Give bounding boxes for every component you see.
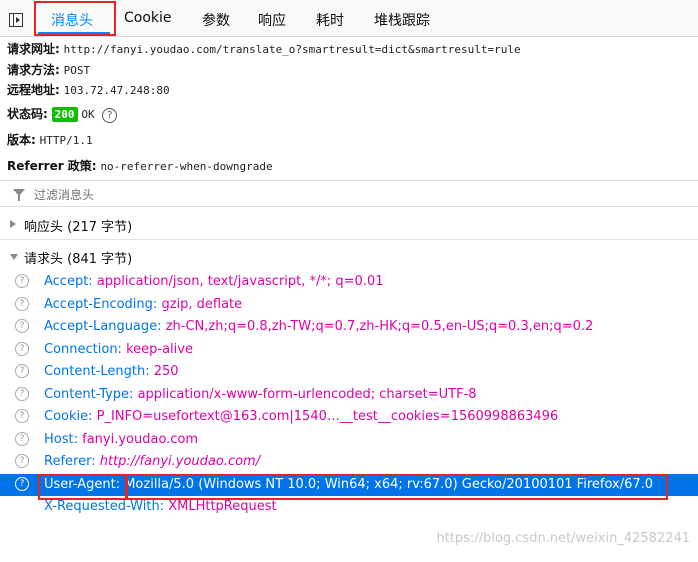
header-row[interactable]: ? Content-Type: application/x-www-form-ur… [0,384,698,407]
help-icon[interactable]: ? [102,108,118,123]
header-name: Referer: http://fanyi.youdao.com/ [44,454,261,469]
request-headers-toggle[interactable]: 请求头 (841 字节) [0,244,698,268]
filter-headers-bar[interactable]: 过滤消息头 [0,180,698,207]
http-version-label: 版本: [7,133,36,147]
header-value: application/json, text/javascript, */*; … [96,274,384,289]
header-name: Connection: keep-alive [44,341,193,357]
help-icon[interactable]: ? [15,386,29,401]
header-row[interactable]: ? Host: fanyi.youdao.com [0,429,698,452]
header-name: Host: fanyi.youdao.com [44,431,199,447]
help-icon[interactable]: ? [15,454,29,468]
request-url-row: 请求网址: http://fanyi.youdao.com/translate_… [7,40,521,57]
tab-params[interactable]: 参数 [202,10,230,30]
header-value: XMLHttpRequest [168,499,277,514]
help-icon[interactable]: ? [15,476,29,491]
header-name: Cookie: P_INFO=usefortext@163.com|1540…_… [44,409,559,424]
header-value: 250 [153,364,179,379]
header-name: Accept: application/json, text/javascrip… [44,274,384,289]
filter-headers-input[interactable]: 过滤消息头 [34,186,94,203]
response-headers-toggle[interactable]: 响应头 (217 字节) [0,212,698,236]
header-name: Accept-Language: zh-CN,zh;q=0.8,zh-TW;q=… [44,319,594,334]
status-code-row: 状态码: 200 OK ? [7,105,118,123]
header-name: Content-Length: 250 [44,364,179,379]
http-version-row: 版本: HTTP/1.1 [7,131,93,148]
header-name: X-Requested-With: XMLHttpRequest [44,499,277,514]
help-icon[interactable]: ? [15,319,29,333]
expand-arrow-icon [10,220,16,228]
http-version: HTTP/1.1 [39,134,93,147]
header-value: application/x-www-form-urlencoded; chars… [137,386,477,402]
request-method-label: 请求方法: [7,63,60,77]
request-url[interactable]: http://fanyi.youdao.com/translate_o?smar… [64,43,521,56]
help-icon[interactable]: ? [15,274,29,288]
referrer-policy-label: Referrer 政策: [7,159,97,173]
remote-address-label: 远程地址: [7,83,60,97]
help-icon[interactable]: ? [15,409,29,423]
status-text: OK [81,108,95,121]
referrer-policy: no-referrer-when-downgrade [100,160,273,173]
toggle-sidebar-icon[interactable] [9,13,23,27]
tab-timings[interactable]: 耗时 [316,10,344,30]
header-value: zh-CN,zh;q=0.8,zh-TW;q=0.7,zh-HK;q=0.5,e… [165,319,594,334]
help-icon[interactable]: ? [15,296,29,311]
help-icon[interactable]: ? [15,431,29,446]
remote-address: 103.72.47.248:80 [63,84,170,97]
header-row[interactable]: ? Cookie: P_INFO=usefortext@163.com|1540…… [0,406,698,429]
header-name: Accept-Encoding: gzip, deflate [44,296,243,312]
filter-icon [13,189,25,201]
header-row[interactable]: ? Content-Length: 250 [0,361,698,384]
tab-cookie[interactable]: Cookie [124,10,172,26]
header-row[interactable]: ? Accept: application/json, text/javascri… [0,271,698,294]
request-url-label: 请求网址: [7,42,60,56]
referrer-policy-row: Referrer 政策: no-referrer-when-downgrade [7,157,273,174]
status-badge: 200 [51,107,78,122]
annotation-box-value [125,474,668,500]
header-value: http://fanyi.youdao.com/ [99,454,261,469]
tab-response[interactable]: 响应 [258,10,286,30]
header-row[interactable]: ? Accept-Encoding: gzip, deflate [0,294,698,317]
header-name: Content-Type: application/x-www-form-url… [44,386,477,402]
annotation-box-key [38,474,128,500]
help-icon[interactable]: ? [15,341,29,356]
request-method-row: 请求方法: POST [7,61,90,78]
tab-stack-trace[interactable]: 堆栈跟踪 [374,10,430,30]
collapse-arrow-icon [10,254,18,260]
header-row[interactable]: ? Connection: keep-alive [0,339,698,362]
header-row[interactable]: ? Referer: http://fanyi.youdao.com/ [0,451,698,474]
header-value: fanyi.youdao.com [82,431,199,447]
request-headers-label: 请求头 (841 字节) [24,252,133,267]
watermark: https://blog.csdn.net/weixin_42582241 [436,531,690,546]
remote-address-row: 远程地址: 103.72.47.248:80 [7,81,170,98]
header-row[interactable]: ? Accept-Language: zh-CN,zh;q=0.8,zh-TW;q… [0,316,698,339]
request-method: POST [63,64,91,77]
response-headers-label: 响应头 (217 字节) [24,220,133,235]
header-value: gzip, deflate [161,296,243,312]
header-value: P_INFO=usefortext@163.com|1540…__test__c… [96,409,559,424]
header-value: keep-alive [126,341,193,357]
status-code-label: 状态码: [7,107,48,121]
annotation-box-tab [34,1,116,36]
help-icon[interactable]: ? [15,364,29,378]
